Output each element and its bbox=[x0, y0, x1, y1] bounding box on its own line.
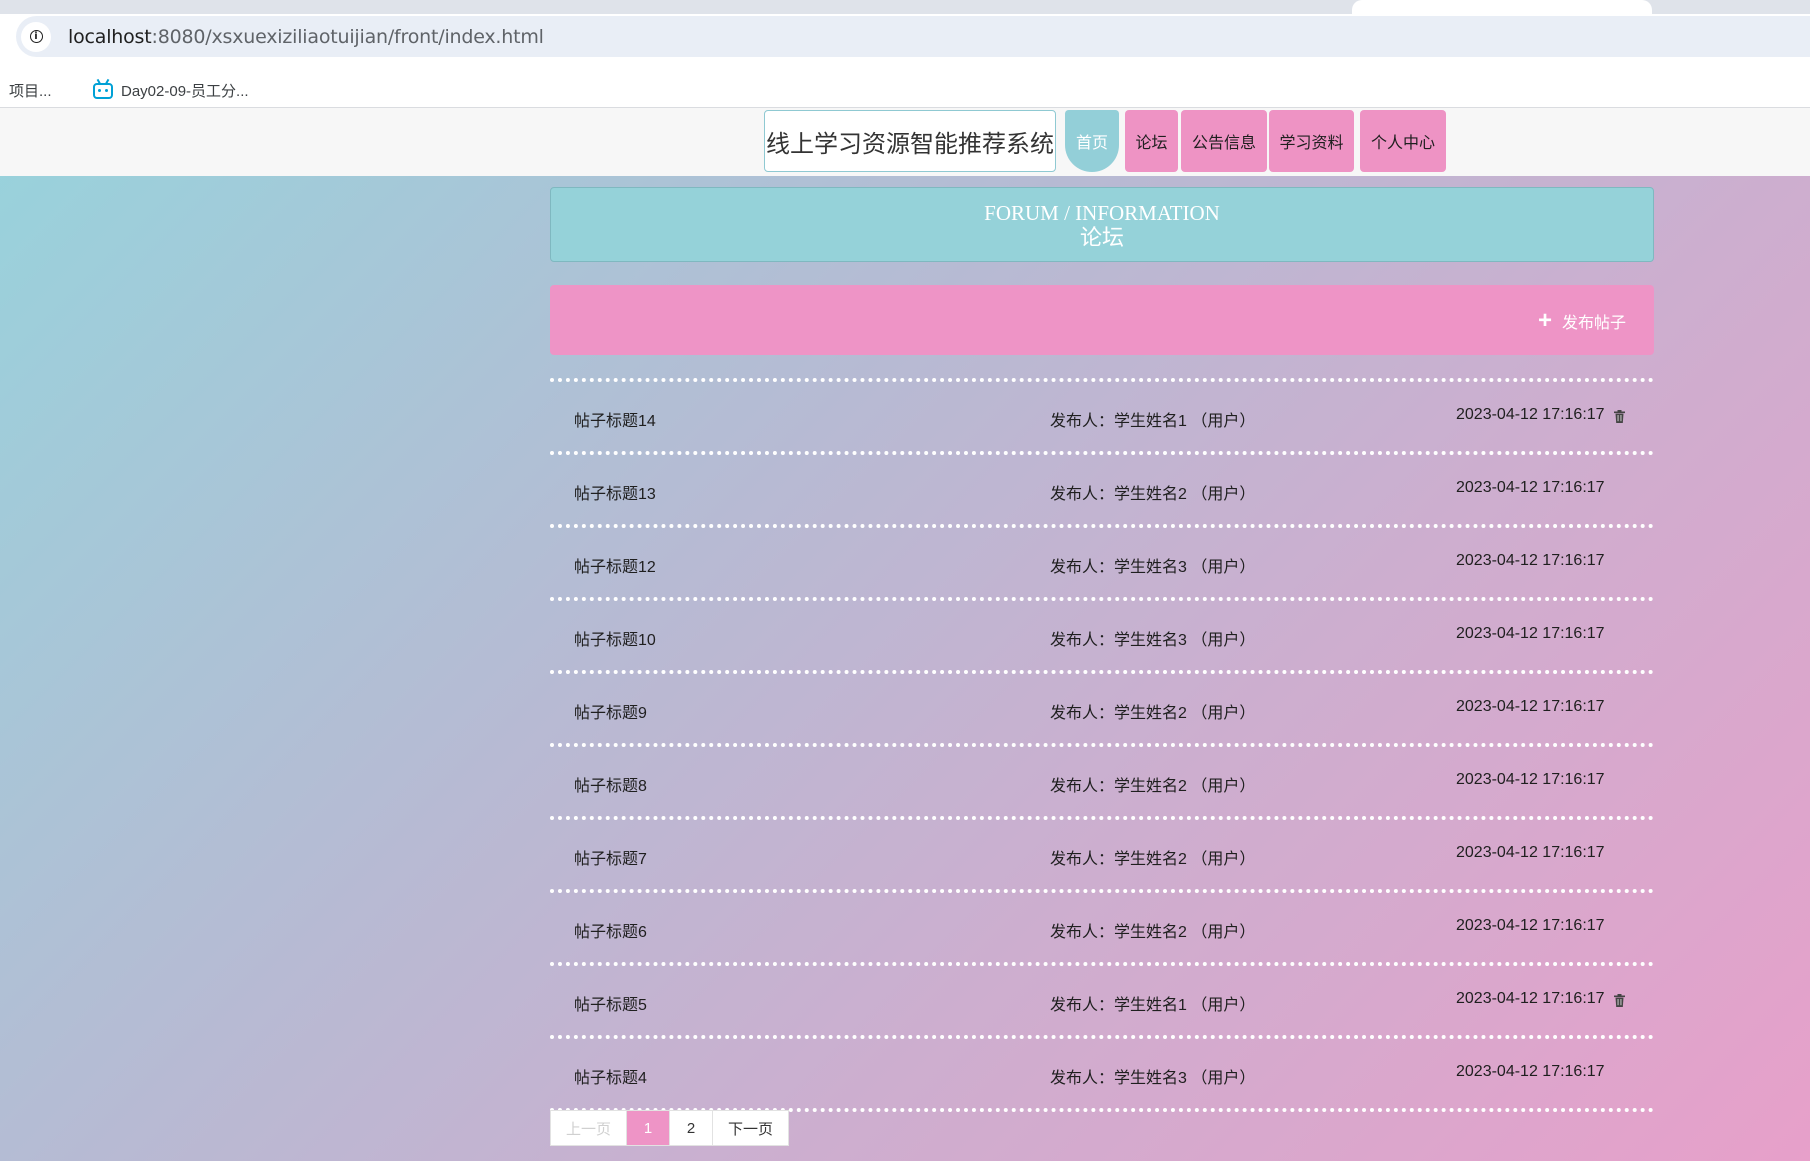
bookmark-item[interactable]: Day02-09-员工分... bbox=[93, 78, 249, 101]
post-author: 发布人：学生姓名2 （用户） bbox=[1050, 924, 1256, 941]
post-title[interactable]: 帖子标题10 bbox=[574, 626, 656, 650]
publish-post-button[interactable]: + 发布帖子 bbox=[1538, 309, 1626, 333]
post-row[interactable]: 帖子标题13 发布人：学生姓名2 （用户） 2023-04-12 17:16:17 bbox=[550, 451, 1654, 524]
nav-announcements[interactable]: 公告信息 bbox=[1181, 110, 1267, 172]
browser-active-tab[interactable] bbox=[1352, 0, 1652, 14]
nav-home[interactable]: 首页 bbox=[1065, 110, 1119, 172]
post-title[interactable]: 帖子标题9 bbox=[574, 699, 647, 723]
post-title[interactable]: 帖子标题5 bbox=[574, 991, 647, 1015]
post-author: 发布人：学生姓名2 （用户） bbox=[1050, 705, 1256, 722]
post-author: 发布人：学生姓名3 （用户） bbox=[1050, 559, 1256, 576]
page-1-button[interactable]: 1 bbox=[627, 1111, 670, 1145]
browser-toolbar: i localhost:8080/xsxuexiziliaotuijian/fr… bbox=[0, 14, 1810, 73]
post-time: 2023-04-12 17:16:17 bbox=[1456, 917, 1605, 934]
post-row[interactable]: 帖子标题9 发布人：学生姓名2 （用户） 2023-04-12 17:16:17 bbox=[550, 670, 1654, 743]
info-icon: i bbox=[29, 30, 43, 43]
post-row[interactable]: 帖子标题10 发布人：学生姓名3 （用户） 2023-04-12 17:16:17 bbox=[550, 597, 1654, 670]
site-brand: 线上学习资源智能推荐系统 bbox=[764, 110, 1056, 172]
page-content: 线上学习资源智能推荐系统 首页 论坛 公告信息 学习资料 个人中心 FORUM … bbox=[0, 108, 1810, 1161]
forum-title-en: FORUM / INFORMATION bbox=[984, 201, 1220, 225]
trash-icon[interactable] bbox=[1614, 410, 1625, 423]
page-2-button[interactable]: 2 bbox=[670, 1111, 713, 1145]
address-bar[interactable]: i localhost:8080/xsxuexiziliaotuijian/fr… bbox=[16, 16, 1810, 57]
bookmark-label: Day02-09-员工分... bbox=[121, 83, 249, 100]
nav-forum[interactable]: 论坛 bbox=[1125, 110, 1178, 172]
post-time: 2023-04-12 17:16:17 bbox=[1456, 990, 1605, 1007]
post-author: 发布人：学生姓名3 （用户） bbox=[1050, 632, 1256, 649]
post-title[interactable]: 帖子标题14 bbox=[574, 407, 656, 431]
post-author: 发布人：学生姓名1 （用户） bbox=[1050, 997, 1256, 1014]
post-row[interactable]: 帖子标题6 发布人：学生姓名2 （用户） 2023-04-12 17:16:17 bbox=[550, 889, 1654, 962]
forum-title-banner: FORUM / INFORMATION 论坛 bbox=[550, 187, 1654, 262]
post-row[interactable]: 帖子标题12 发布人：学生姓名3 （用户） 2023-04-12 17:16:17 bbox=[550, 524, 1654, 597]
post-row[interactable]: 帖子标题7 发布人：学生姓名2 （用户） 2023-04-12 17:16:17 bbox=[550, 816, 1654, 889]
post-author: 发布人：学生姓名2 （用户） bbox=[1050, 851, 1256, 868]
post-time: 2023-04-12 17:16:17 bbox=[1456, 1063, 1605, 1080]
post-title[interactable]: 帖子标题12 bbox=[574, 553, 656, 577]
post-title[interactable]: 帖子标题7 bbox=[574, 845, 647, 869]
prev-page-button[interactable]: 上一页 bbox=[551, 1111, 627, 1145]
nav-study-materials[interactable]: 学习资料 bbox=[1269, 110, 1354, 172]
browser-tab-strip bbox=[0, 0, 1810, 14]
next-page-button[interactable]: 下一页 bbox=[713, 1111, 788, 1145]
url-path: :8080/xsxuexiziliaotuijian/front/index.h… bbox=[151, 25, 544, 48]
post-author: 发布人：学生姓名3 （用户） bbox=[1050, 1070, 1256, 1087]
post-row[interactable]: 帖子标题8 发布人：学生姓名2 （用户） 2023-04-12 17:16:17 bbox=[550, 743, 1654, 816]
post-time: 2023-04-12 17:16:17 bbox=[1456, 771, 1605, 788]
post-time: 2023-04-12 17:16:17 bbox=[1456, 844, 1605, 861]
post-row[interactable]: 帖子标题4 发布人：学生姓名3 （用户） 2023-04-12 17:16:17 bbox=[550, 1035, 1654, 1112]
post-author: 发布人：学生姓名1 （用户） bbox=[1050, 413, 1256, 430]
publish-post-label: 发布帖子 bbox=[1561, 315, 1626, 332]
post-row[interactable]: 帖子标题5 发布人：学生姓名1 （用户） 2023-04-12 17:16:17 bbox=[550, 962, 1654, 1035]
bookmarks-bar: 】项目... Day02-09-员工分... bbox=[0, 73, 1810, 108]
bookmark-label: 】项目... bbox=[0, 83, 52, 100]
url-host: localhost bbox=[68, 25, 152, 48]
trash-icon[interactable] bbox=[1614, 994, 1625, 1007]
post-time: 2023-04-12 17:16:17 bbox=[1456, 406, 1605, 423]
post-title[interactable]: 帖子标题4 bbox=[574, 1064, 647, 1088]
post-list: 帖子标题14 发布人：学生姓名1 （用户） 2023-04-12 17:16:17 帖… bbox=[550, 378, 1654, 1112]
post-time: 2023-04-12 17:16:17 bbox=[1456, 479, 1605, 496]
post-time: 2023-04-12 17:16:17 bbox=[1456, 552, 1605, 569]
post-author: 发布人：学生姓名2 （用户） bbox=[1050, 486, 1256, 503]
nav-personal-center[interactable]: 个人中心 bbox=[1360, 110, 1446, 172]
url-text[interactable]: localhost:8080/xsxuexiziliaotuijian/fron… bbox=[68, 26, 544, 48]
forum-action-bar: + 发布帖子 bbox=[550, 285, 1654, 355]
bookmark-item[interactable]: 】项目... bbox=[0, 80, 52, 101]
post-time: 2023-04-12 17:16:17 bbox=[1456, 625, 1605, 642]
site-info-icon[interactable]: i bbox=[21, 21, 51, 52]
plus-icon: + bbox=[1537, 307, 1552, 334]
post-time: 2023-04-12 17:16:17 bbox=[1456, 698, 1605, 715]
post-title[interactable]: 帖子标题8 bbox=[574, 772, 647, 796]
post-author: 发布人：学生姓名2 （用户） bbox=[1050, 778, 1256, 795]
site-header: 线上学习资源智能推荐系统 首页 论坛 公告信息 学习资料 个人中心 bbox=[0, 108, 1810, 176]
post-title[interactable]: 帖子标题6 bbox=[574, 918, 647, 942]
pagination: 上一页 1 2 下一页 bbox=[550, 1110, 789, 1146]
forum-title-zh: 论坛 bbox=[1079, 225, 1124, 250]
post-title[interactable]: 帖子标题13 bbox=[574, 480, 656, 504]
post-row[interactable]: 帖子标题14 发布人：学生姓名1 （用户） 2023-04-12 17:16:17 bbox=[550, 378, 1654, 451]
bilibili-icon bbox=[93, 78, 113, 99]
